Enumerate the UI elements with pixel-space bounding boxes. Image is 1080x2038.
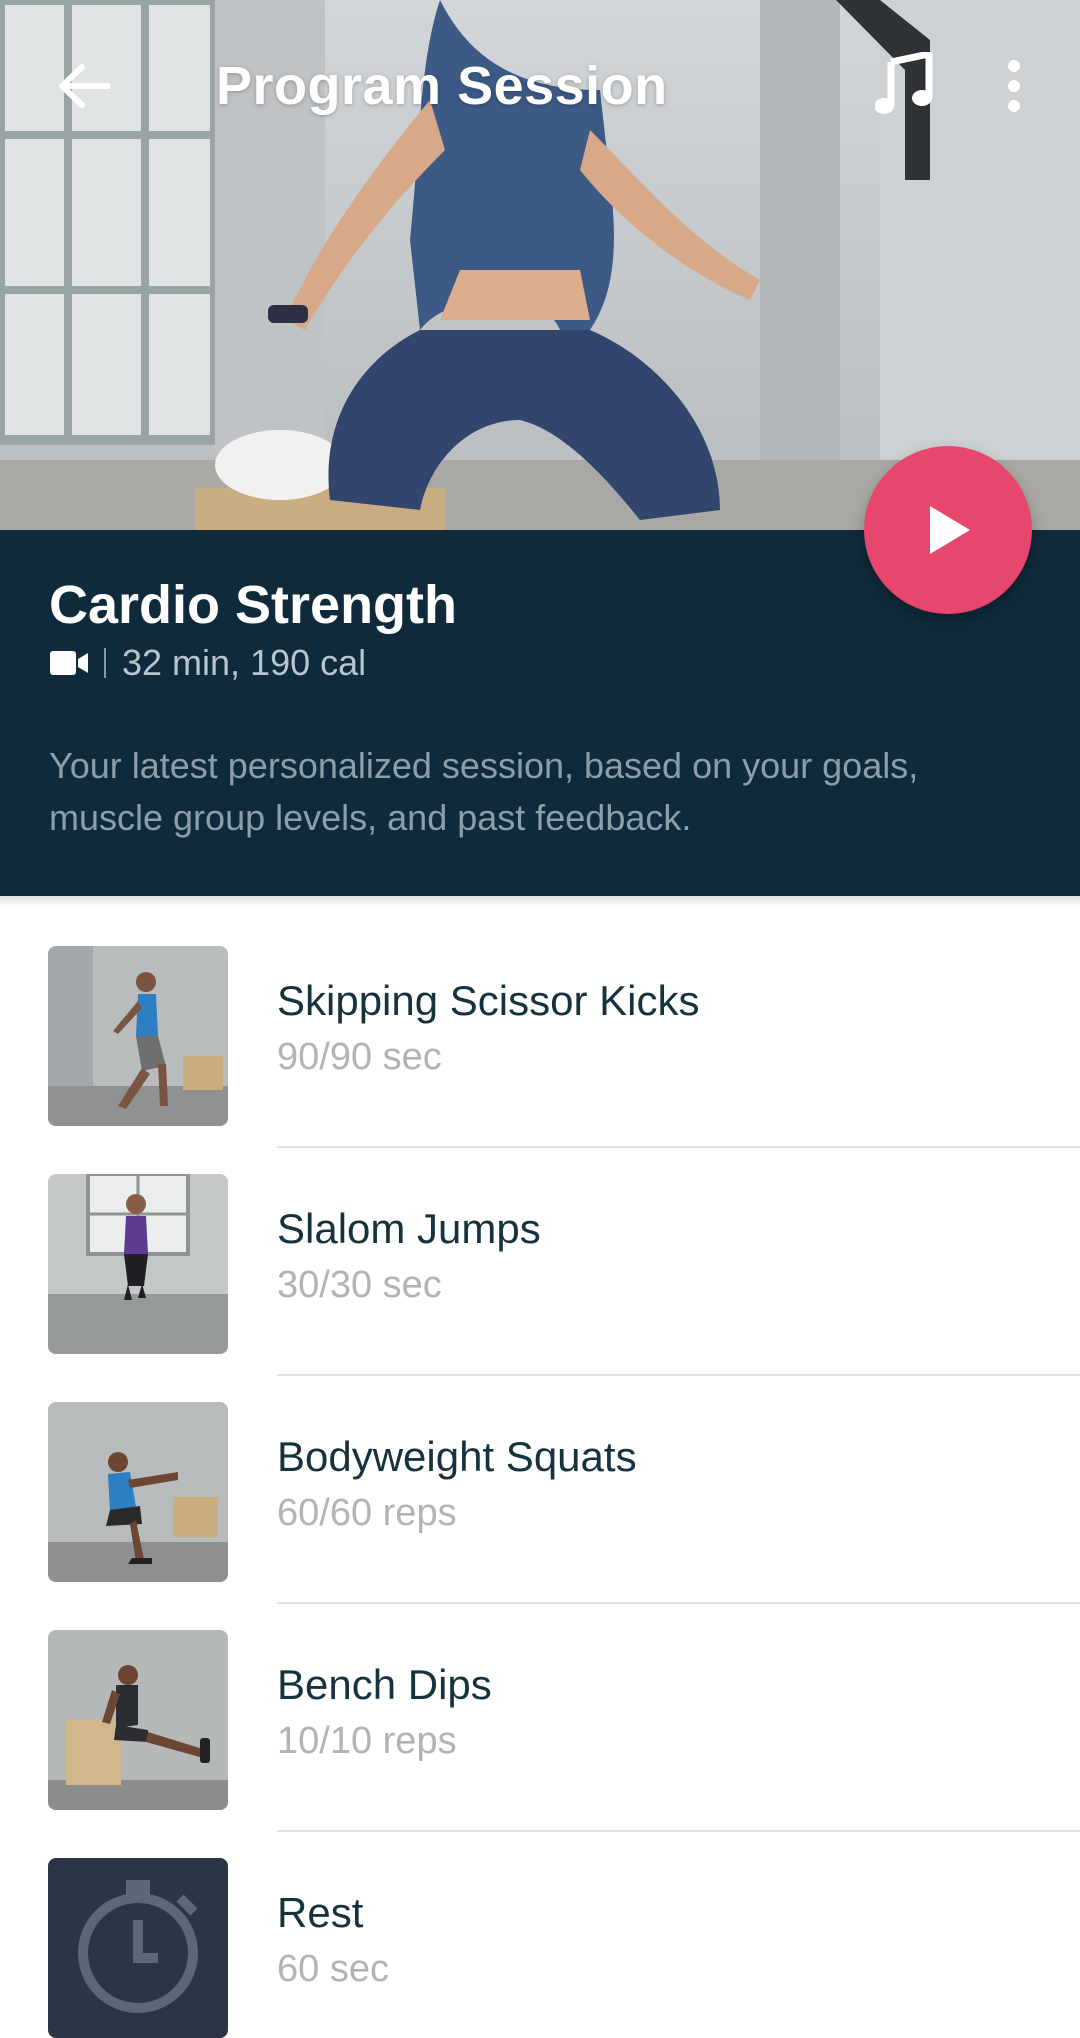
music-note-icon — [875, 52, 933, 114]
music-button[interactable] — [864, 44, 944, 124]
list-item[interactable]: Skipping Scissor Kicks 90/90 sec — [0, 896, 1080, 1148]
exercise-thumbnail — [48, 1630, 228, 1810]
exercise-name: Slalom Jumps — [277, 1205, 541, 1252]
exercise-name: Skipping Scissor Kicks — [277, 977, 700, 1024]
rest-thumbnail — [48, 1858, 228, 2038]
list-item[interactable]: Bodyweight Squats 60/60 reps — [0, 1352, 1080, 1604]
more-options-button[interactable] — [984, 50, 1044, 122]
exercise-name: Bench Dips — [277, 1661, 492, 1708]
exercise-detail: 90/90 sec — [277, 1036, 442, 1078]
meta-divider — [104, 648, 106, 678]
session-duration-calories: 32 min, 190 cal — [122, 642, 367, 683]
more-vertical-icon — [1008, 60, 1020, 112]
app-bar: Program Session — [0, 0, 1080, 170]
exercise-thumbnail — [48, 946, 228, 1126]
play-icon — [930, 506, 970, 554]
page-title: Program Session — [216, 56, 668, 116]
stopwatch-icon — [48, 1858, 228, 2038]
back-button[interactable] — [48, 50, 120, 122]
video-camera-icon — [50, 648, 90, 678]
list-item[interactable]: Slalom Jumps 30/30 sec — [0, 1124, 1080, 1376]
arrow-left-icon — [59, 64, 110, 108]
exercise-thumbnail — [48, 1402, 228, 1582]
session-title: Cardio Strength — [49, 575, 458, 635]
exercise-name: Bodyweight Squats — [277, 1433, 637, 1480]
exercise-detail: 30/30 sec — [277, 1264, 442, 1306]
exercise-name: Rest — [277, 1889, 364, 1936]
session-description: Your latest personalized session, based … — [49, 745, 919, 838]
exercise-detail: 10/10 reps — [277, 1720, 457, 1762]
play-button[interactable] — [864, 446, 1032, 614]
session-meta: 32 min, 190 cal — [50, 640, 366, 686]
list-item[interactable]: Rest 60 sec — [0, 1808, 1080, 2038]
exercise-detail: 60 sec — [277, 1948, 389, 1990]
exercise-thumbnail — [48, 1174, 228, 1354]
exercise-detail: 60/60 reps — [277, 1492, 457, 1534]
list-item[interactable]: Bench Dips 10/10 reps — [0, 1580, 1080, 1832]
